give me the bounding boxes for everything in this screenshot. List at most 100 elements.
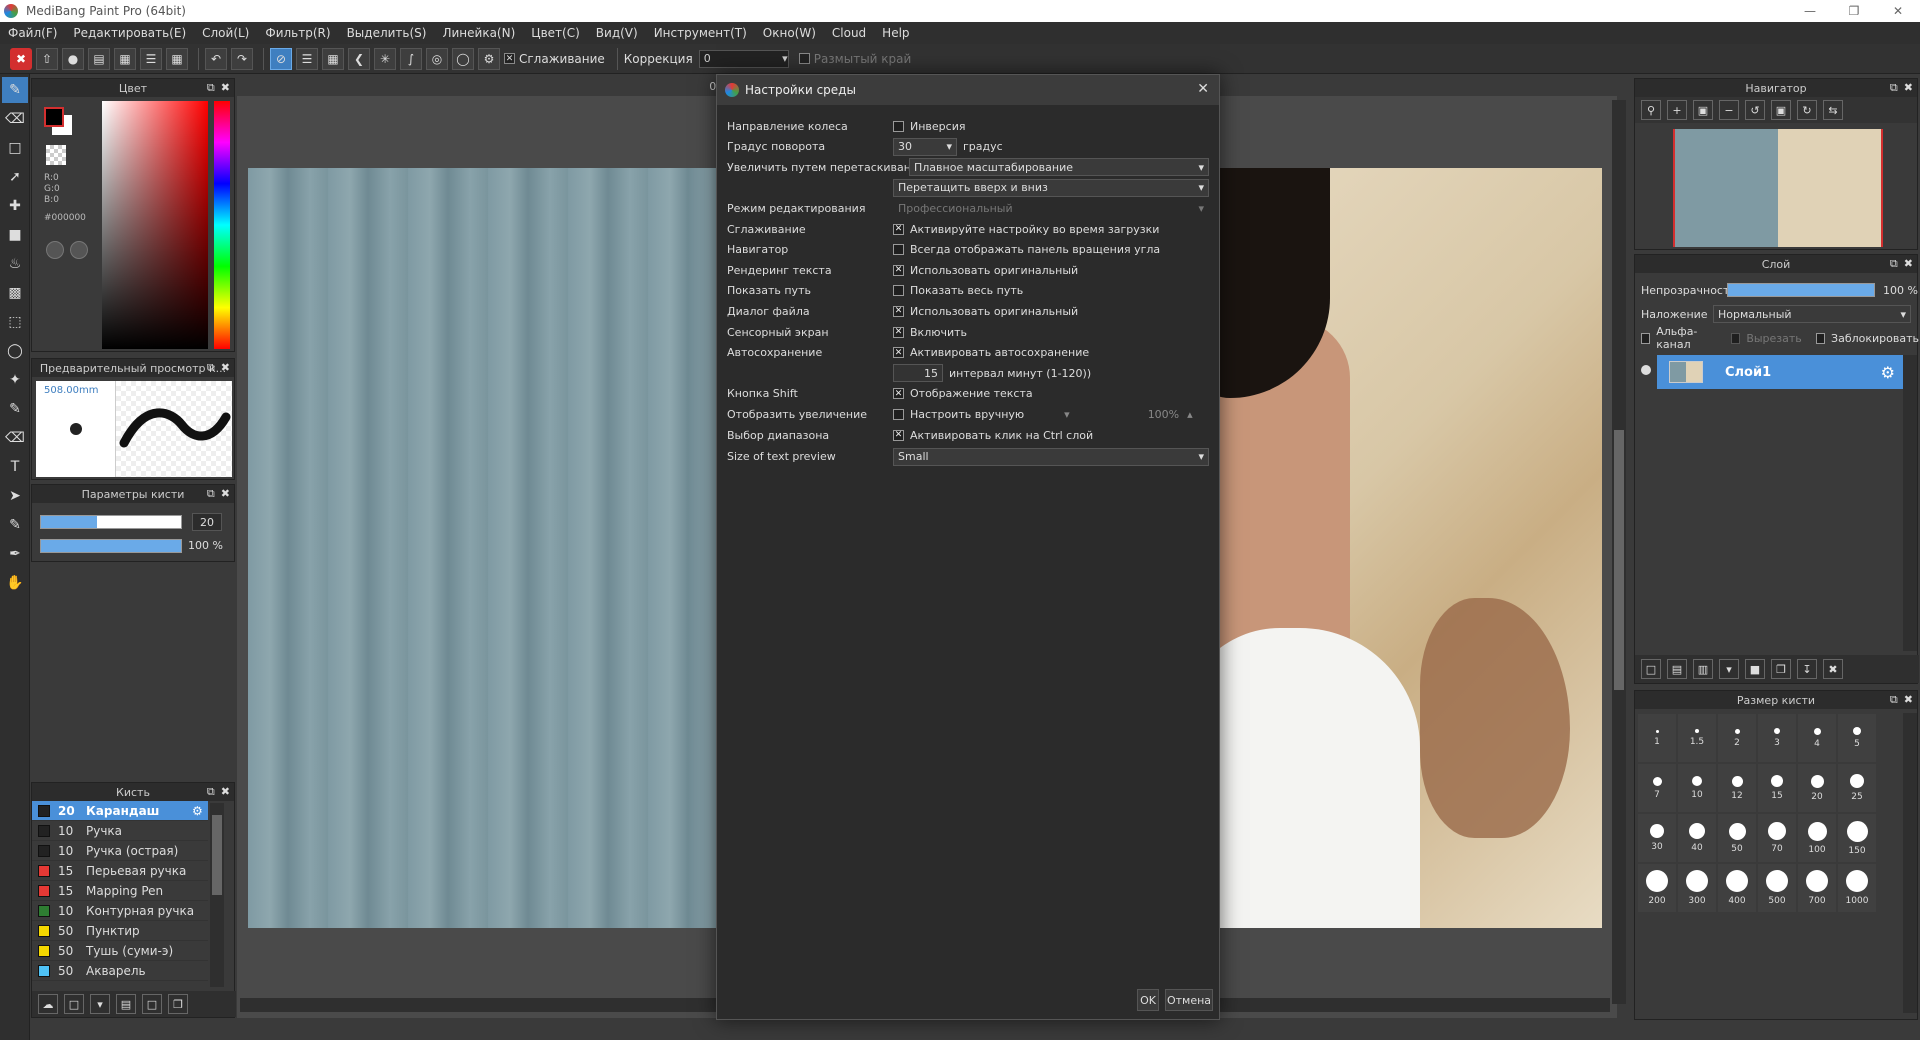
setting-select[interactable]: Перетащить вверх и вниз ▾ [893, 178, 1209, 197]
menu-item-5[interactable]: Линейка(N) [434, 26, 523, 40]
close-window-button[interactable]: ✕ [1876, 0, 1920, 22]
setting-checkbox[interactable] [893, 285, 904, 297]
duplicate-brush-icon[interactable]: ❐ [168, 994, 188, 1014]
setting-select[interactable]: Small ▾ [893, 447, 1209, 466]
brush-size-cell[interactable]: 1000 [1838, 864, 1876, 912]
ellipse-snap-icon[interactable]: ◯ [452, 47, 474, 70]
lock-checkbox[interactable] [1815, 332, 1826, 344]
new-layer-icon[interactable]: □ [1641, 659, 1661, 679]
rotate-left-icon[interactable]: ↺ [1745, 100, 1765, 120]
brush-size-cell[interactable]: 30 [1638, 814, 1676, 862]
menu-item-7[interactable]: Вид(V) [588, 26, 646, 40]
undock-icon[interactable]: ⧉ [207, 785, 215, 799]
magic-wand-icon[interactable]: ✦ [2, 367, 28, 393]
correction-select[interactable]: 0 ▾ [698, 49, 789, 68]
shape-tool-icon[interactable]: □ [2, 135, 28, 161]
minimize-button[interactable]: — [1788, 0, 1832, 22]
navigator-thumbnail[interactable] [1673, 129, 1883, 247]
brush-opacity-slider[interactable] [40, 539, 182, 553]
setting-checkbox[interactable]: ✕ [893, 429, 904, 441]
menu-item-8[interactable]: Инструмент(T) [646, 26, 755, 40]
close-canvas-icon[interactable]: ✖ [10, 47, 32, 70]
brush-copy-icon[interactable]: ▤ [116, 994, 136, 1014]
undock-icon[interactable]: ⧉ [1890, 257, 1898, 271]
transparent-swatch[interactable] [46, 145, 66, 165]
brush-size-cell[interactable]: 15 [1758, 764, 1796, 812]
brush-list-item[interactable]: 15 Mapping Pen [32, 881, 208, 901]
brush-size-cell[interactable]: 700 [1798, 864, 1836, 912]
brush-list-item[interactable]: 10 Ручка (острая) [32, 841, 208, 861]
operation-tool-icon[interactable]: ➤ [2, 483, 28, 509]
brush-folder-icon[interactable]: □ [142, 994, 162, 1014]
brush-size-cell[interactable]: 400 [1718, 864, 1756, 912]
setting-checkbox[interactable] [893, 244, 904, 256]
setting-checkbox[interactable]: ✕ [893, 223, 904, 235]
perspective-snap-icon[interactable]: ❮ [348, 47, 370, 70]
add-layer-menu-icon[interactable]: ▾ [1719, 659, 1739, 679]
hue-slider[interactable] [214, 101, 230, 349]
menu-item-11[interactable]: Help [874, 26, 917, 40]
brush-size-cell[interactable]: 150 [1838, 814, 1876, 862]
close-panel-icon[interactable]: ✖ [221, 361, 230, 375]
setting-select[interactable]: Плавное масштабирование ▾ [909, 158, 1209, 177]
zoom-icon[interactable]: ⚲ [1641, 100, 1661, 120]
brush-size-cell[interactable]: 25 [1838, 764, 1876, 812]
undock-icon[interactable]: ⧉ [207, 81, 215, 95]
brush-list-item[interactable]: 10 Ручка [32, 821, 208, 841]
circle-snap-icon[interactable]: ◎ [426, 47, 448, 70]
comment-icon[interactable]: ● [62, 47, 84, 70]
menu-item-1[interactable]: Редактировать(E) [65, 26, 194, 40]
reset-view-icon[interactable]: ▣ [1771, 100, 1791, 120]
new-brush-icon[interactable]: □ [64, 994, 84, 1014]
brush-size-cell[interactable]: 1 [1638, 714, 1676, 762]
hand-tool-icon[interactable]: ✋ [2, 570, 28, 596]
snap-settings-icon[interactable]: ⚙ [478, 47, 500, 70]
setting-checkbox[interactable] [893, 408, 904, 420]
brush-size-cell[interactable]: 40 [1678, 814, 1716, 862]
brush-size-cell[interactable]: 20 [1798, 764, 1836, 812]
close-panel-icon[interactable]: ✖ [221, 785, 230, 799]
layer-item[interactable]: Слой1 ⚙ [1657, 355, 1903, 389]
share-icon[interactable]: ⇧ [36, 47, 58, 70]
grid-icon[interactable]: ▦ [166, 47, 188, 70]
radial-snap-icon[interactable]: ✳ [374, 47, 396, 70]
select-pen-icon[interactable]: ✎ [2, 396, 28, 422]
close-panel-icon[interactable]: ✖ [1904, 257, 1913, 271]
bucket-tool-icon[interactable]: ♨ [2, 251, 28, 277]
gradient-tool-icon[interactable]: ▩ [2, 280, 28, 306]
eraser-tool-icon[interactable]: ⌫ [2, 106, 28, 132]
new-folder-icon[interactable]: ■ [1745, 659, 1765, 679]
list-icon[interactable]: ☰ [140, 47, 162, 70]
undock-icon[interactable]: ⧉ [207, 361, 215, 375]
restore-button[interactable]: ❐ [1832, 0, 1876, 22]
autosave-interval-input[interactable]: 15 [893, 364, 943, 383]
foreground-color-swatch[interactable] [44, 107, 64, 127]
brush-size-cell[interactable]: 4 [1798, 714, 1836, 762]
brush-list-item[interactable]: 50 Тушь (суми-э) [32, 941, 208, 961]
new-8bit-layer-icon[interactable]: ▥ [1693, 659, 1713, 679]
brush-tool-icon[interactable]: ✎ [2, 77, 28, 103]
undock-icon[interactable]: ⧉ [207, 487, 215, 501]
curve-snap-icon[interactable]: ∫ [400, 47, 422, 70]
brush-size-cell[interactable]: 500 [1758, 864, 1796, 912]
saturation-value-picker[interactable] [102, 101, 208, 349]
alpha-checkbox[interactable] [1641, 332, 1651, 344]
chevron-down-icon[interactable]: ▾ [1064, 408, 1070, 421]
setting-checkbox[interactable]: ✕ [893, 264, 904, 276]
brush-list-item[interactable]: 20 Карандаш ⚙ [32, 801, 208, 821]
brush-size-cell[interactable]: 7 [1638, 764, 1676, 812]
zoom-out-icon[interactable]: − [1719, 100, 1739, 120]
grid-snap-icon[interactable]: ▦ [322, 47, 344, 70]
menu-item-6[interactable]: Цвет(C) [523, 26, 588, 40]
fit-icon[interactable]: ▣ [1693, 100, 1713, 120]
brush-list-item[interactable]: 50 Пунктир [32, 921, 208, 941]
size-scrollbar[interactable] [1903, 713, 1917, 1013]
brush-list-item[interactable]: 10 Контурная ручка [32, 901, 208, 921]
setting-checkbox[interactable] [893, 120, 904, 132]
cancel-button[interactable]: Отмена [1165, 989, 1213, 1011]
layer-scrollbar[interactable] [1903, 355, 1917, 651]
delete-layer-icon[interactable]: ✖ [1823, 659, 1843, 679]
gear-icon[interactable]: ⚙ [1881, 363, 1895, 382]
rotate-right-icon[interactable]: ↻ [1797, 100, 1817, 120]
merge-layer-icon[interactable]: ↧ [1797, 659, 1817, 679]
